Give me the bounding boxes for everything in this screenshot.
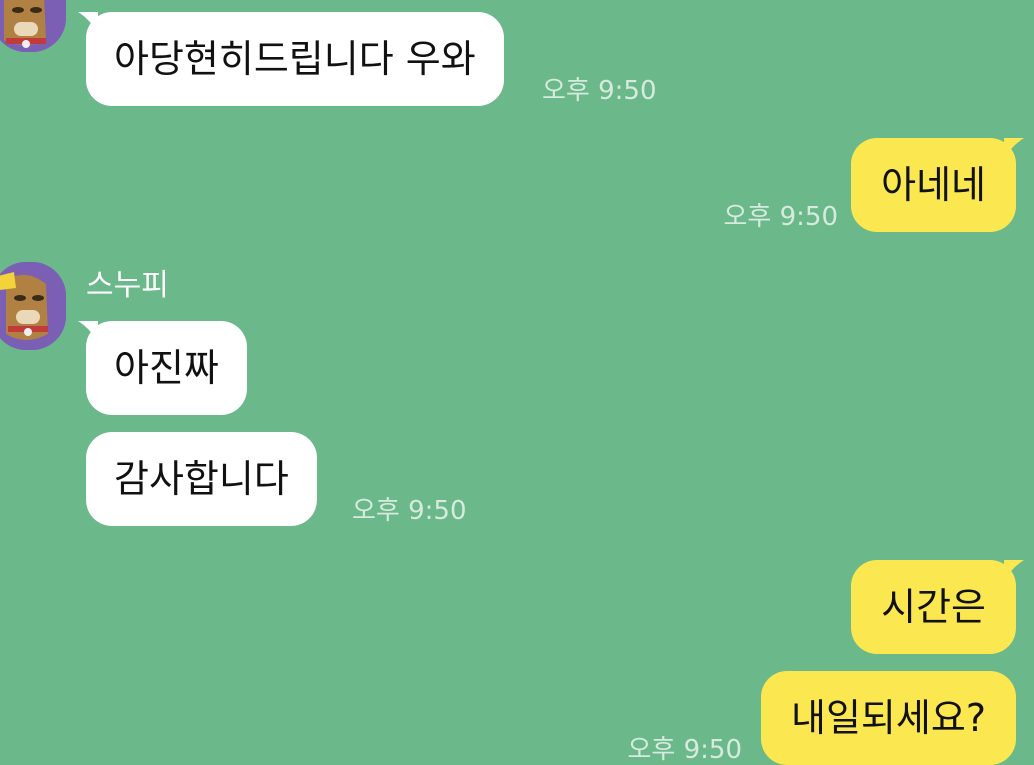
incoming-message-bubble[interactable]: 아당현히드립니다 우와 bbox=[86, 12, 504, 106]
bubble-tail bbox=[78, 321, 98, 341]
message-timestamp: 오후 9:50 bbox=[723, 202, 839, 232]
sender-avatar[interactable] bbox=[0, 0, 66, 52]
incoming-message-bubble[interactable]: 감사합니다 bbox=[86, 432, 317, 526]
outgoing-message-bubble[interactable]: 시간은 bbox=[851, 560, 1016, 654]
dog-character-avatar-icon bbox=[0, 262, 66, 350]
bubble-tail bbox=[78, 12, 98, 32]
incoming-message-bubble[interactable]: 아진짜 bbox=[86, 321, 247, 415]
message-timestamp: 오후 9:50 bbox=[352, 496, 467, 526]
message-timestamp: 오후 9:50 bbox=[542, 76, 657, 106]
dog-character-avatar-icon bbox=[0, 0, 66, 52]
message-text: 시간은 bbox=[881, 585, 986, 629]
message-text: 감사합니다 bbox=[114, 457, 289, 501]
sender-name: 스누피 bbox=[86, 268, 169, 303]
message-text: 아네네 bbox=[881, 163, 986, 207]
bubble-tail bbox=[1004, 560, 1024, 580]
outgoing-message-bubble[interactable]: 내일되세요? bbox=[761, 671, 1016, 765]
message-timestamp: 오후 9:50 bbox=[627, 735, 743, 765]
bubble-tail bbox=[1004, 138, 1024, 158]
sender-avatar[interactable] bbox=[0, 262, 66, 350]
outgoing-message-bubble[interactable]: 아네네 bbox=[851, 138, 1016, 232]
message-text: 아당현히드립니다 우와 bbox=[114, 37, 476, 81]
message-text: 내일되세요? bbox=[791, 696, 986, 740]
message-text: 아진짜 bbox=[114, 346, 219, 390]
